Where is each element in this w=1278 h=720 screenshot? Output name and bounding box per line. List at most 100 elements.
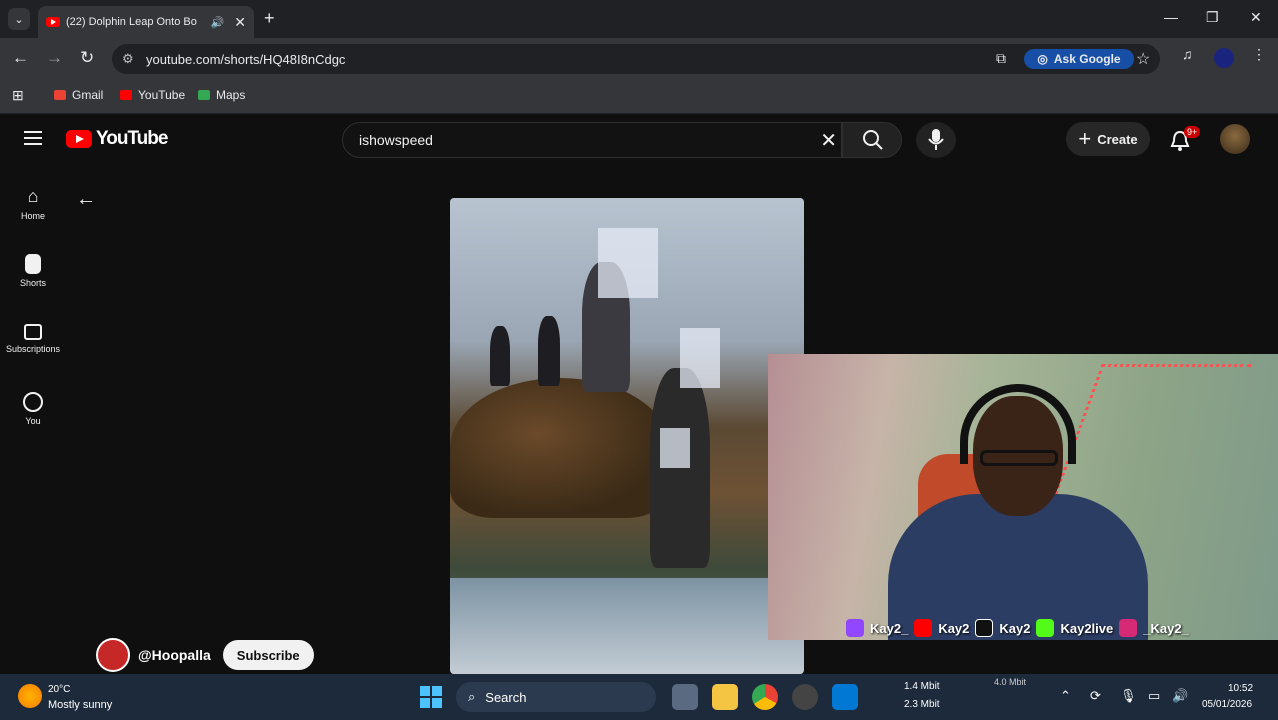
youtube-favicon-icon bbox=[46, 17, 60, 27]
account-avatar[interactable] bbox=[1220, 124, 1250, 154]
twitch-icon bbox=[846, 619, 864, 637]
bookmarks-bar: ⊞ Gmail YouTube Maps bbox=[0, 80, 1278, 114]
lens-icon: ◎ bbox=[1037, 52, 1048, 66]
guide-item-subscriptions[interactable]: Subscriptions bbox=[0, 324, 66, 354]
obs-icon[interactable] bbox=[792, 684, 818, 710]
site-info-icon[interactable]: ⚙ bbox=[122, 51, 134, 67]
speaker-icon[interactable]: 🔊 bbox=[211, 16, 225, 29]
file-explorer-icon[interactable] bbox=[712, 684, 738, 710]
ask-google-button[interactable]: ◎ Ask Google bbox=[1024, 49, 1134, 69]
tiktok-icon bbox=[975, 619, 994, 637]
bookmark-youtube[interactable]: YouTube bbox=[120, 88, 185, 102]
sync-icon[interactable]: ⟳ bbox=[1090, 688, 1101, 704]
clock-date[interactable]: 05/01/2026 bbox=[1202, 699, 1252, 710]
search-query[interactable]: ishowspeed bbox=[359, 132, 433, 148]
windows-start-icon[interactable] bbox=[420, 686, 442, 708]
video-water bbox=[450, 578, 804, 674]
restore-icon[interactable]: ❐ bbox=[1206, 9, 1219, 26]
tab-close-icon[interactable]: ✕ bbox=[234, 14, 246, 31]
task-view-icon[interactable] bbox=[672, 684, 698, 710]
menu-dots-icon[interactable]: ⋮ bbox=[1252, 46, 1266, 63]
social-handle: Kay2_ bbox=[870, 620, 909, 636]
install-app-icon[interactable]: ⧉ bbox=[996, 50, 1006, 67]
weather-temperature[interactable]: 20°C bbox=[48, 684, 70, 695]
media-control-icon[interactable]: ♫ bbox=[1182, 46, 1193, 62]
weather-sun-icon[interactable] bbox=[18, 684, 42, 708]
bookmark-maps[interactable]: Maps bbox=[198, 88, 245, 102]
ask-google-label: Ask Google bbox=[1053, 52, 1121, 66]
you-icon bbox=[23, 392, 43, 412]
profile-icon[interactable] bbox=[1214, 48, 1234, 68]
instagram-icon bbox=[1119, 619, 1138, 637]
channel-handle[interactable]: @Hoopalla bbox=[138, 647, 211, 663]
back-icon[interactable]: ← bbox=[12, 48, 29, 68]
logo-text: YouTube bbox=[96, 128, 168, 149]
kick-icon bbox=[1036, 619, 1055, 637]
network-icon[interactable]: ▭ bbox=[1148, 688, 1160, 704]
social-handles: Kay2_ Kay2 Kay2 Kay2live _Kay2_ bbox=[846, 619, 1189, 637]
video-person bbox=[650, 368, 710, 568]
video-person bbox=[538, 316, 560, 386]
network-upload: 1.4 Mbit bbox=[904, 681, 940, 692]
network-download: 2.3 Mbit bbox=[904, 699, 940, 710]
taskbar-search-label: Search bbox=[485, 689, 527, 705]
guide-item-you[interactable]: You bbox=[0, 392, 66, 426]
social-handle: Kay2 bbox=[999, 620, 1031, 636]
tray-chevron-icon[interactable]: ⌃ bbox=[1060, 688, 1071, 704]
subscribe-button[interactable]: Subscribe bbox=[222, 640, 314, 670]
subscriptions-icon bbox=[24, 324, 42, 340]
minimize-icon[interactable]: — bbox=[1164, 9, 1178, 25]
vscode-icon[interactable] bbox=[832, 684, 858, 710]
social-handle: Kay2 bbox=[938, 620, 970, 636]
clock-time[interactable]: 10:52 bbox=[1228, 683, 1253, 694]
plus-icon: + bbox=[1078, 126, 1092, 151]
back-arrow-icon[interactable]: ← bbox=[76, 188, 96, 211]
youtube-icon bbox=[914, 619, 933, 637]
create-button[interactable]: + Create bbox=[1066, 122, 1150, 156]
forward-icon[interactable]: → bbox=[46, 48, 63, 68]
bookmark-label: Gmail bbox=[72, 88, 104, 102]
guide-menu-icon[interactable] bbox=[24, 131, 42, 145]
volume-icon[interactable]: 🔊 bbox=[1172, 688, 1188, 704]
video-blur bbox=[660, 428, 690, 468]
microphone-icon bbox=[928, 129, 944, 150]
create-label: Create bbox=[1097, 131, 1138, 147]
glasses bbox=[980, 450, 1058, 466]
bookmark-label: YouTube bbox=[138, 88, 186, 102]
guide-item-shorts[interactable]: Shorts bbox=[0, 254, 66, 288]
network-total: 4.0 Mbit bbox=[994, 677, 1027, 687]
browser-tab[interactable]: (22) Dolphin Leap Onto Bo 🔊 ✕ bbox=[38, 6, 254, 38]
tab-title: (22) Dolphin Leap Onto Bo bbox=[66, 16, 197, 28]
apps-grid-icon[interactable]: ⊞ bbox=[12, 87, 24, 104]
bookmark-gmail[interactable]: Gmail bbox=[54, 88, 103, 102]
chrome-icon[interactable] bbox=[752, 684, 778, 710]
guide-label: You bbox=[25, 416, 41, 426]
clear-search-icon[interactable]: ✕ bbox=[820, 128, 837, 153]
video-person bbox=[490, 326, 510, 386]
tab-search-button[interactable]: ⌄ bbox=[8, 8, 30, 30]
search-button[interactable] bbox=[842, 122, 902, 158]
url-text[interactable]: youtube.com/shorts/HQ48I8nCdgc bbox=[146, 52, 345, 67]
search-input[interactable]: ishowspeed ✕ bbox=[342, 122, 842, 158]
shorts-video-player[interactable] bbox=[450, 198, 804, 674]
youtube-logo[interactable]: YouTube bbox=[66, 128, 168, 150]
notification-count-badge: 9+ bbox=[1184, 126, 1201, 138]
video-rock bbox=[450, 378, 670, 518]
gmail-icon bbox=[54, 90, 66, 100]
reload-icon[interactable]: ↻ bbox=[80, 48, 94, 68]
tab-strip: ⌄ (22) Dolphin Leap Onto Bo 🔊 ✕ + — ❐ ✕ bbox=[0, 0, 1278, 38]
address-bar[interactable]: ⚙ youtube.com/shorts/HQ48I8nCdgc ⧉ ◎ Ask… bbox=[112, 44, 1160, 74]
social-handle: Kay2live bbox=[1060, 620, 1114, 636]
bookmark-star-icon[interactable]: ☆ bbox=[1136, 49, 1150, 69]
new-tab-button[interactable]: + bbox=[264, 8, 275, 29]
channel-avatar[interactable] bbox=[96, 638, 130, 672]
weather-description[interactable]: Mostly sunny bbox=[48, 699, 112, 711]
taskbar-search[interactable]: ⌕ Search bbox=[456, 682, 656, 712]
close-window-icon[interactable]: ✕ bbox=[1250, 9, 1262, 26]
voice-search-button[interactable] bbox=[916, 122, 956, 158]
guide-item-home[interactable]: ⌂ Home bbox=[0, 186, 66, 221]
video-blur bbox=[598, 228, 658, 298]
led-lights bbox=[1054, 364, 1252, 494]
microphone-icon[interactable]: 🎙 bbox=[1120, 688, 1137, 704]
browser-toolbar: ← → ↻ ⚙ youtube.com/shorts/HQ48I8nCdgc ⧉… bbox=[0, 38, 1278, 80]
